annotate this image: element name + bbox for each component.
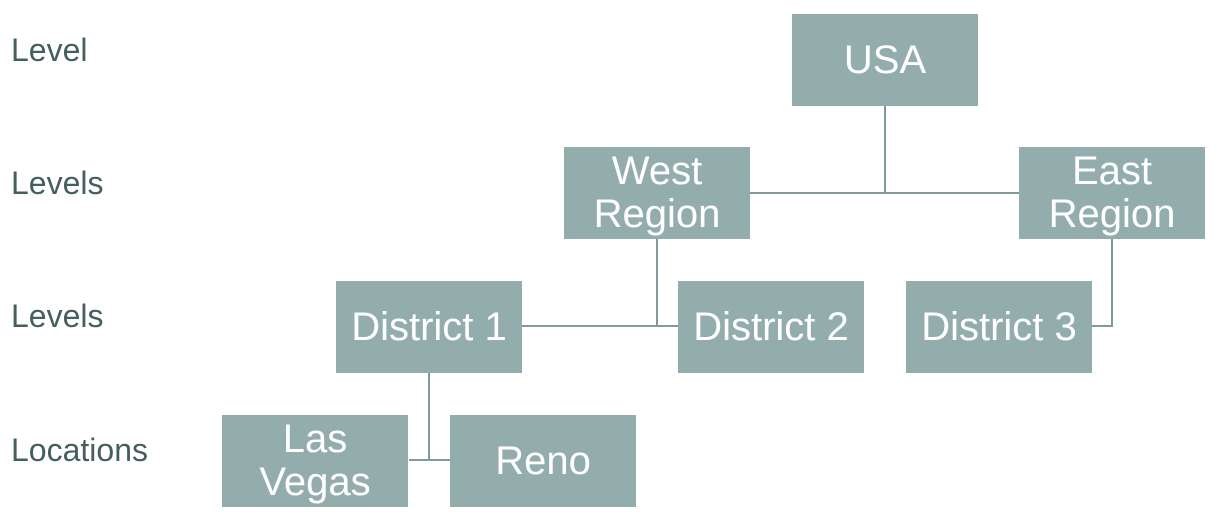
node-las-vegas-label: Las Vegas	[259, 417, 371, 504]
node-usa[interactable]: USA	[792, 14, 978, 106]
node-usa-label: USA	[843, 37, 927, 82]
node-west-region[interactable]: West Region	[564, 147, 750, 239]
node-reno-label: Reno	[495, 438, 591, 483]
node-reno[interactable]: Reno	[450, 415, 636, 507]
level-label-1: Level	[11, 32, 88, 68]
level-label-2: Levels	[11, 165, 104, 201]
node-east-region-label: East Region	[1048, 149, 1176, 236]
node-east-region[interactable]: East Region	[1019, 147, 1205, 239]
node-district-1[interactable]: District 1	[336, 281, 522, 373]
level-label-3: Levels	[11, 298, 104, 334]
node-las-vegas[interactable]: Las Vegas	[222, 415, 408, 507]
node-district-2-label: District 2	[693, 304, 849, 349]
node-district-2[interactable]: District 2	[678, 281, 864, 373]
node-district-1-label: District 1	[351, 304, 507, 349]
node-west-region-label: West Region	[593, 149, 721, 236]
level-label-4: Locations	[11, 432, 148, 468]
node-district-3[interactable]: District 3	[906, 281, 1092, 373]
node-district-3-label: District 3	[921, 304, 1077, 349]
